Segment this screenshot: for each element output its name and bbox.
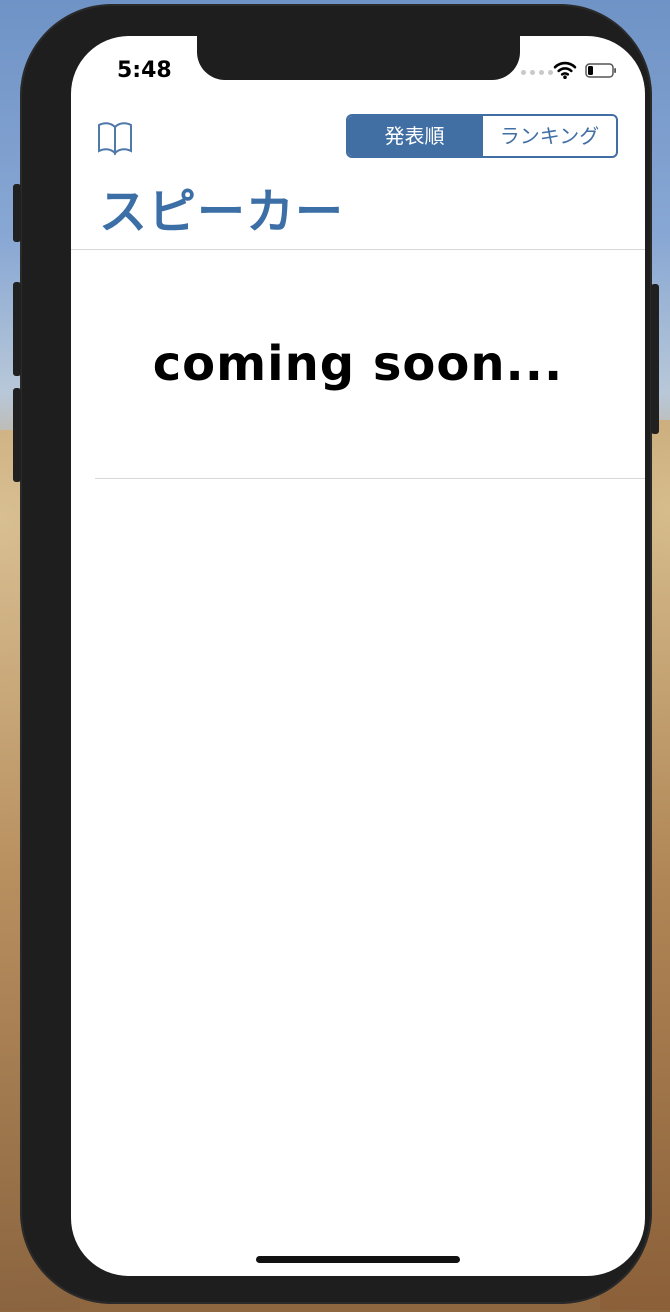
book-icon[interactable] <box>95 118 135 158</box>
left-button-bottom <box>13 388 21 482</box>
device-notch <box>197 36 520 80</box>
coming-soon-message: coming soon... <box>152 336 564 392</box>
right-button <box>651 284 659 434</box>
page-title: スピーカー <box>99 184 345 240</box>
phone-frame: 5:48 発表順 ランキング スピーカー coming soon... <box>13 4 659 1304</box>
app-screen: 5:48 発表順 ランキング スピーカー coming soon... <box>71 36 645 1276</box>
sort-segmented-control[interactable]: 発表順 ランキング <box>346 114 618 158</box>
wifi-icon <box>553 61 577 79</box>
home-indicator[interactable] <box>256 1256 460 1263</box>
battery-icon <box>585 63 616 78</box>
segment-presentation-order[interactable]: 発表順 <box>348 116 481 156</box>
signal-icon <box>521 70 553 75</box>
header-divider <box>71 249 645 250</box>
left-button-mid <box>13 282 21 376</box>
left-button-top <box>13 184 21 242</box>
segment-ranking[interactable]: ランキング <box>481 116 616 156</box>
content-divider <box>95 478 645 479</box>
status-time: 5:48 <box>117 58 172 83</box>
